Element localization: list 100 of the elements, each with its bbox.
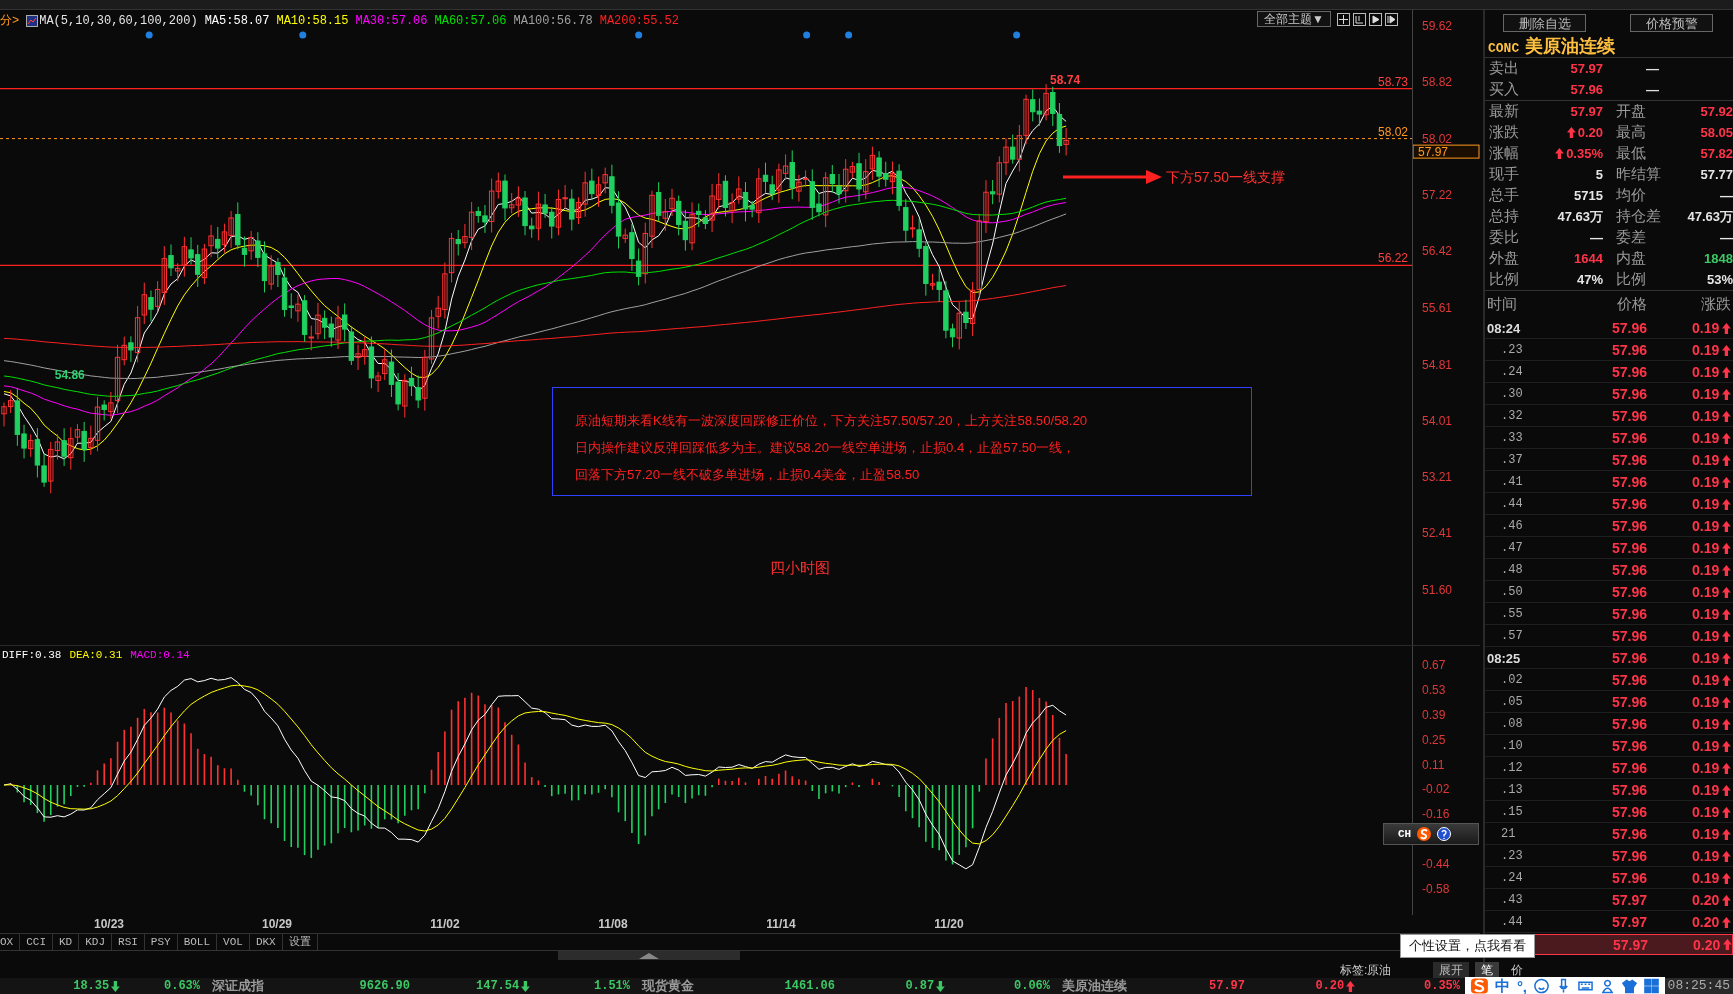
trade-row[interactable]: .02 57.96 0.19 xyxy=(1485,670,1733,691)
trade-row[interactable]: 08:25 57.96 0.19 xyxy=(1485,648,1733,669)
axis-label: 53.21 xyxy=(1422,470,1453,485)
field-label: 现手 xyxy=(1489,165,1520,184)
axis-label: 56.42 xyxy=(1422,244,1453,259)
indicator-tab[interactable]: KD xyxy=(53,934,80,950)
field-value: — xyxy=(1645,61,1659,76)
trade-change: 0.19 xyxy=(1647,672,1731,688)
trade-row[interactable]: .32 57.96 0.19 xyxy=(1485,406,1733,427)
trade-row[interactable]: 08:24 57.96 0.19 xyxy=(1485,318,1733,339)
input-mode-label[interactable]: CH xyxy=(1398,828,1412,840)
indicator-tab[interactable]: RSI xyxy=(112,934,145,950)
field-value: 57.96 xyxy=(1569,82,1603,97)
trade-change: 0.19 xyxy=(1647,694,1731,710)
field-value: 47% xyxy=(1575,272,1603,287)
trade-row[interactable]: .37 57.96 0.19 xyxy=(1485,450,1733,471)
indicator-tab[interactable]: 设置 xyxy=(282,934,318,950)
trade-row[interactable]: .48 57.96 0.19 xyxy=(1485,560,1733,581)
trade-time: 21 xyxy=(1500,827,1517,841)
trade-price: 57.96 xyxy=(1610,320,1647,336)
field-label: 比例 xyxy=(1489,270,1520,289)
trade-time: .32 xyxy=(1500,409,1524,423)
trade-row[interactable]: .23 57.96 0.19 xyxy=(1485,340,1733,361)
punctuation-toggle[interactable]: °, xyxy=(1516,977,1528,994)
trade-row[interactable]: .24 57.96 0.19 xyxy=(1485,362,1733,383)
market-name[interactable]: 现货黄金 xyxy=(630,978,710,994)
market-name[interactable]: 美原油连续 xyxy=(1050,978,1145,994)
trade-price: 57.96 xyxy=(1610,694,1647,710)
trade-row[interactable]: .44 57.96 0.19 xyxy=(1485,494,1733,515)
indicator-tab[interactable]: VOL xyxy=(217,934,250,950)
trade-row[interactable]: .23 57.96 0.19 xyxy=(1485,846,1733,867)
indicator-tab[interactable]: DKX xyxy=(249,934,283,950)
field-label: 委差 xyxy=(1615,228,1647,247)
trade-row[interactable]: .10 57.96 0.19 xyxy=(1485,736,1733,757)
input-mode-toggle[interactable]: 中 xyxy=(1494,976,1510,994)
indicator-tab[interactable]: BOLL xyxy=(177,934,218,950)
trade-row[interactable]: .43 57.97 0.20 xyxy=(1485,890,1733,911)
trade-price: 57.96 xyxy=(1610,848,1647,864)
trade-price: 57.97 xyxy=(1610,914,1647,930)
axis-label: 0.67 xyxy=(1422,658,1446,673)
tooltip: 个性设置，点我看看 xyxy=(1400,934,1535,958)
trade-change: 0.19 xyxy=(1647,760,1731,776)
trade-row[interactable]: .08 57.96 0.19 xyxy=(1485,714,1733,735)
callout-text: 下方57.50一线支撑 xyxy=(1166,169,1286,185)
trade-row[interactable]: .05 57.96 0.19 xyxy=(1485,692,1733,713)
trade-row[interactable]: .57 57.96 0.19 xyxy=(1485,626,1733,647)
clock: 08:25:45 xyxy=(1665,978,1733,994)
indicator-tab[interactable]: OX xyxy=(0,934,21,950)
trade-row[interactable]: .30 57.96 0.19 xyxy=(1485,384,1733,405)
trade-row[interactable]: .33 57.96 0.19 xyxy=(1485,428,1733,449)
trade-row[interactable]: .47 57.96 0.19 xyxy=(1485,538,1733,559)
field-value: — xyxy=(1719,188,1733,203)
trade-price: 57.96 xyxy=(1610,738,1647,754)
trade-row[interactable]: .13 57.96 0.19 xyxy=(1485,780,1733,801)
trade-change: 0.19 xyxy=(1647,606,1731,622)
trade-time: .23 xyxy=(1500,343,1524,357)
indicator-value: MA10:58.15 xyxy=(276,13,349,28)
trade-row[interactable]: .55 57.96 0.19 xyxy=(1485,604,1733,625)
trade-price: 57.96 xyxy=(1610,430,1647,446)
field-value: — xyxy=(1589,230,1603,245)
trade-time: .10 xyxy=(1500,739,1524,753)
indicator-tab[interactable]: CCI xyxy=(20,934,53,950)
theme-dropdown[interactable]: 全部主题▼ xyxy=(1257,11,1331,27)
trade-row[interactable]: .50 57.96 0.19 xyxy=(1485,582,1733,603)
field-label: 内盘 xyxy=(1615,249,1647,268)
trade-time: .24 xyxy=(1500,365,1524,379)
trade-row[interactable]: .24 57.96 0.19 xyxy=(1485,868,1733,889)
trade-row[interactable]: .15 57.96 0.19 xyxy=(1485,802,1733,823)
trade-price: 57.96 xyxy=(1610,672,1647,688)
market-value: 1.51% xyxy=(593,978,630,994)
panel-button[interactable]: 删除自选 xyxy=(1503,13,1586,32)
trade-row[interactable]: 21 57.96 0.19 xyxy=(1485,824,1733,845)
expand-button[interactable]: 展开 xyxy=(1433,962,1470,978)
detail-tab[interactable]: 笔 xyxy=(1475,962,1500,978)
indicator-value: MA60:57.06 xyxy=(434,13,507,28)
detail-tab[interactable]: 价 xyxy=(1505,962,1530,978)
axis-label: 52.41 xyxy=(1422,526,1453,541)
period-selector[interactable]: 分> xyxy=(0,12,20,29)
trade-row[interactable]: .44 57.97 0.20 xyxy=(1485,912,1733,933)
indicator-tab[interactable]: PSY xyxy=(144,934,178,950)
trade-row[interactable]: .12 57.96 0.19 xyxy=(1485,758,1733,779)
date-label: 11/08 xyxy=(598,917,628,931)
panel-button[interactable]: 价格预警 xyxy=(1630,13,1713,32)
indicator-tab[interactable]: KDJ xyxy=(79,934,113,950)
current-price-tag: 57.97 xyxy=(1412,144,1480,160)
indicator-value: DEA:0.31 xyxy=(69,649,123,661)
trade-time: .12 xyxy=(1500,761,1524,775)
trade-row[interactable]: .41 57.96 0.19 xyxy=(1485,472,1733,493)
date-label: 11/20 xyxy=(934,917,964,931)
trade-time: .05 xyxy=(1500,695,1524,709)
market-name[interactable]: 深证成指 xyxy=(200,978,295,994)
trade-time: .44 xyxy=(1500,915,1524,929)
trade-row[interactable]: .46 57.96 0.19 xyxy=(1485,516,1733,537)
trade-change: 0.20 xyxy=(1647,892,1731,908)
price-level-label: 58.73 xyxy=(1377,74,1408,89)
indicator-value: MA100:56.78 xyxy=(513,13,593,28)
note-text: 回落下方57.20一线不破多单进场，止损0.4美金，止盈58.50 xyxy=(575,467,920,482)
date-label: 11/14 xyxy=(766,917,796,931)
field-value: 0.20 xyxy=(1533,125,1603,140)
trade-time: .15 xyxy=(1500,805,1524,819)
